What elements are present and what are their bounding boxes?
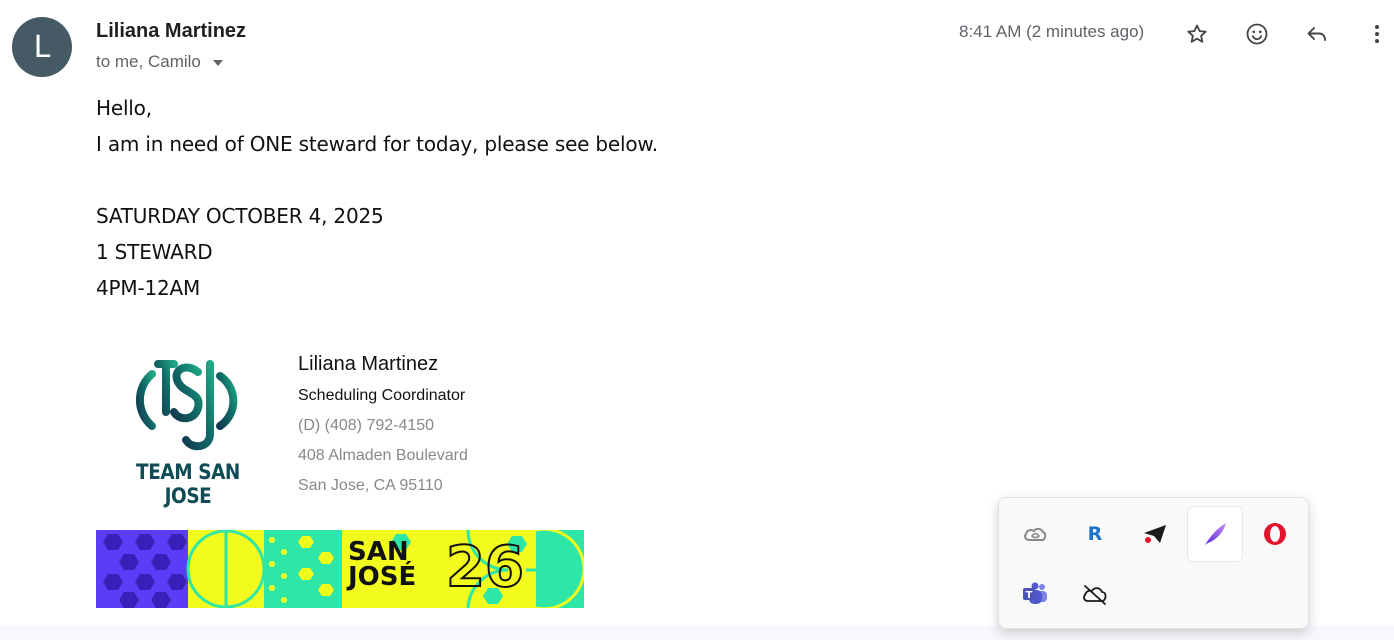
- tray-r-app[interactable]: R: [1067, 506, 1123, 562]
- emoji-icon: [1246, 23, 1268, 45]
- banner-number: 26: [445, 535, 525, 600]
- opera-icon: [1264, 523, 1286, 545]
- signature-title: Scheduling Coordinator: [298, 387, 466, 404]
- more-options-button[interactable]: [1359, 16, 1394, 52]
- body-line: SATURDAY OCTOBER 4, 2025: [96, 204, 384, 228]
- banner-wordmark: SAN JOSÉ: [348, 539, 417, 592]
- chevron-down-icon: [212, 60, 223, 66]
- team-san-jose-logo: TEAM SAN JOSE: [112, 352, 264, 508]
- tray-teams[interactable]: T: [1007, 566, 1063, 622]
- tray-telegram[interactable]: [1127, 506, 1183, 562]
- tray-creative-cloud[interactable]: [1007, 506, 1063, 562]
- teams-icon: T: [1023, 582, 1047, 604]
- quill-icon: [1205, 523, 1226, 545]
- telegram-icon: [1144, 525, 1166, 543]
- tray-quill[interactable]: [1187, 506, 1243, 562]
- timestamp: 8:41 AM (2 minutes ago): [959, 22, 1145, 41]
- recipients-label: to me, Camilo: [96, 52, 201, 71]
- signature-phone[interactable]: (D) (408) 792-4150: [298, 417, 434, 435]
- avatar[interactable]: L: [12, 17, 72, 77]
- r-app-icon: R: [1087, 523, 1103, 545]
- signature-name: Liliana Martinez: [298, 353, 439, 375]
- sender-name[interactable]: Liliana Martinez: [96, 20, 246, 43]
- body-line: Hello,: [96, 96, 152, 120]
- banner-line2: JOSÉ: [348, 562, 417, 592]
- reply-button[interactable]: [1299, 16, 1335, 52]
- star-icon: [1187, 24, 1207, 43]
- signature-address-line2: San Jose, CA 95110: [298, 477, 443, 494]
- avatar-letter: L: [33, 29, 51, 65]
- tray-opera[interactable]: [1247, 506, 1303, 562]
- teams-letter: T: [1026, 590, 1033, 601]
- logo-wordmark: TEAM SAN JOSE: [136, 460, 240, 508]
- more-vert-icon: [1375, 25, 1379, 43]
- body-line: 1 STEWARD: [96, 240, 213, 264]
- recipients-toggle[interactable]: to me, Camilo: [96, 52, 223, 72]
- san-jose-26-banner: SAN JOSÉ 26: [96, 530, 584, 608]
- system-tray-overflow: R T: [998, 497, 1309, 629]
- body-line: 4PM-12AM: [96, 276, 201, 300]
- tray-onedrive-offline[interactable]: [1067, 566, 1123, 622]
- emoji-reaction-button[interactable]: [1239, 16, 1275, 52]
- creative-cloud-icon: [1024, 527, 1047, 541]
- star-button[interactable]: [1179, 16, 1215, 52]
- signature-address-line1: 408 Almaden Boulevard: [298, 447, 468, 464]
- cloud-offline-icon: [1083, 585, 1107, 605]
- tsj-monogram: [135, 360, 238, 451]
- reply-icon: [1307, 27, 1326, 41]
- body-line: I am in need of ONE steward for today, p…: [96, 132, 658, 156]
